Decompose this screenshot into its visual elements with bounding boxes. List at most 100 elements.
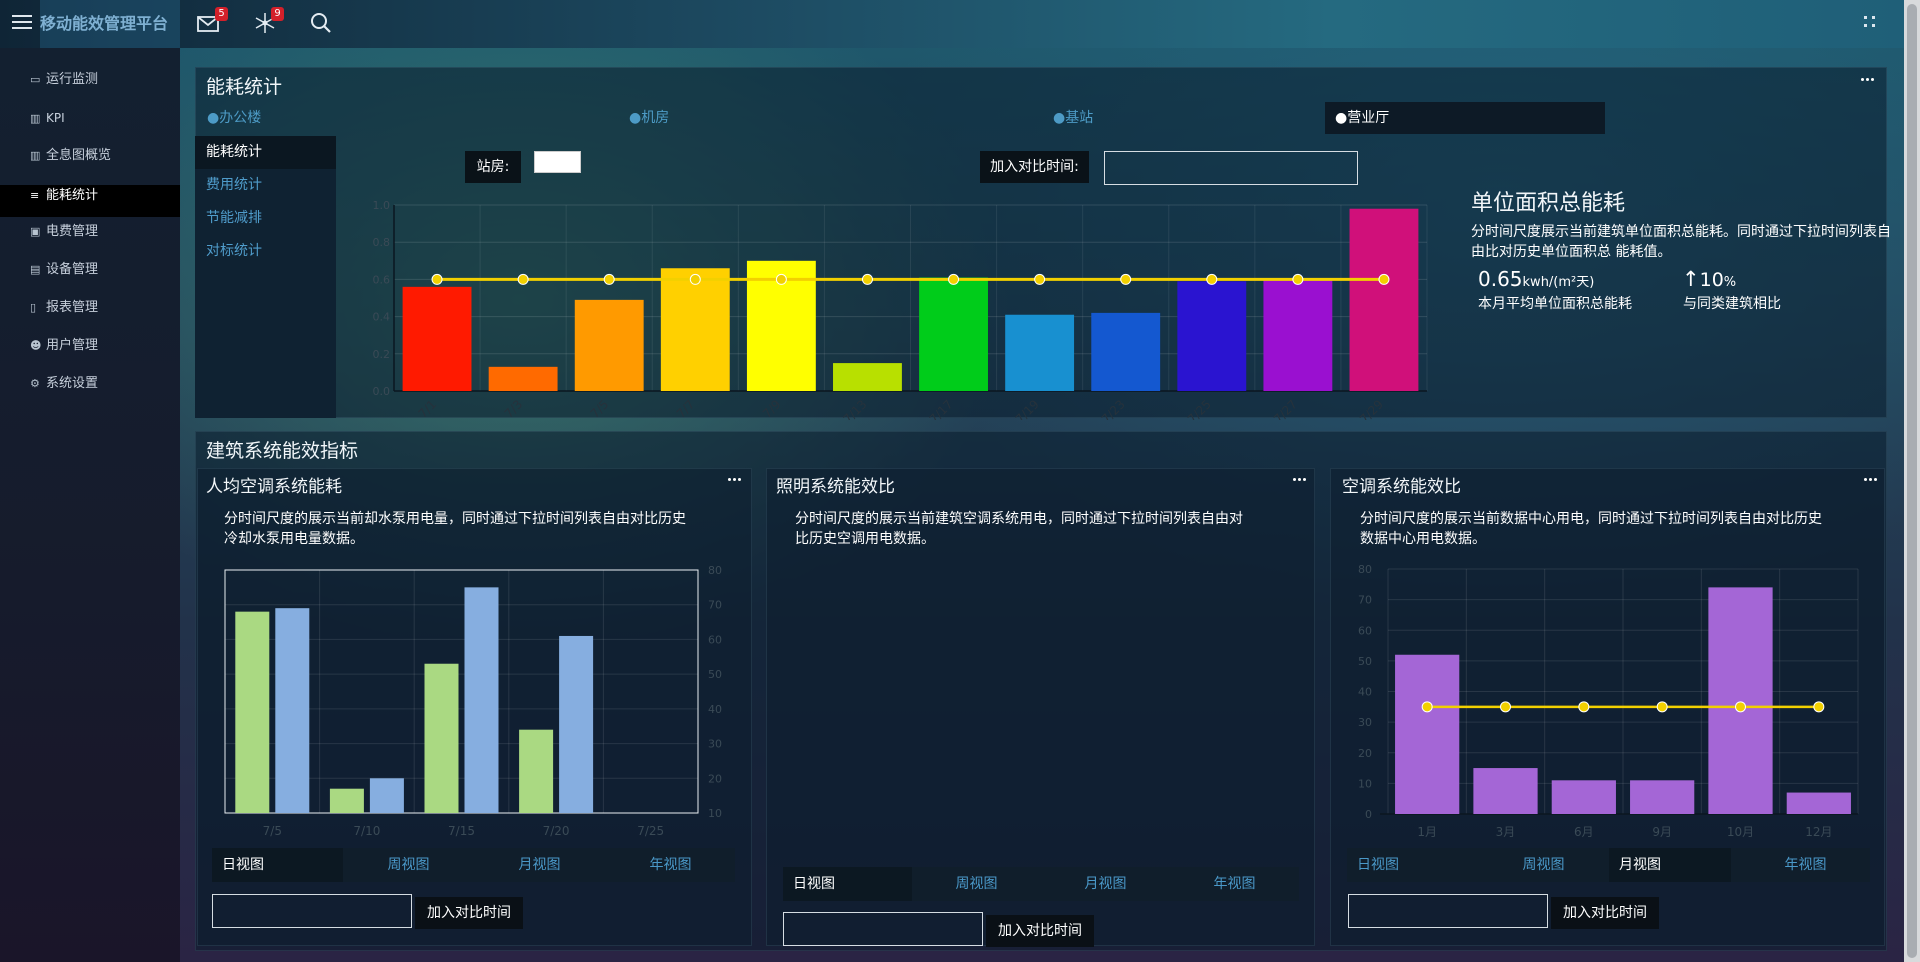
tab-month-view[interactable]: 月视图 bbox=[1041, 867, 1170, 901]
line-point bbox=[775, 273, 787, 285]
y-tick-label: 0 bbox=[1365, 808, 1372, 821]
card-desc-line1: 分时间尺度的展示当前却水泵用电量，同时通过下拉时间列表自由对比历史 bbox=[224, 511, 686, 527]
line-point bbox=[1813, 701, 1825, 713]
station-select[interactable] bbox=[534, 151, 581, 173]
tab-year-view[interactable]: 年视图 bbox=[1740, 848, 1871, 882]
card-desc-line1: 分时间尺度的展示当前数据中心用电，同时通过下拉时间列表自由对比历史 bbox=[1360, 511, 1822, 527]
tab-week-view[interactable]: 周视图 bbox=[343, 848, 474, 882]
compare-date-input[interactable] bbox=[783, 912, 983, 946]
sidebar-item-users[interactable]: ☻ 用户管理 bbox=[0, 331, 180, 361]
y-tick-label: 30 bbox=[1358, 716, 1372, 729]
sidebar-item-energy-stats[interactable]: ≡ 能耗统计 bbox=[0, 185, 180, 217]
scrollbar-thumb[interactable] bbox=[1907, 4, 1917, 958]
tab-day-view[interactable]: 日视图 bbox=[212, 848, 343, 882]
tab-month-view[interactable]: 月视图 bbox=[1609, 848, 1731, 882]
y-tick-label: 60 bbox=[1358, 624, 1372, 637]
users-icon: ☻ bbox=[30, 339, 42, 352]
sidebar-item-label: 能耗统计 bbox=[46, 188, 99, 203]
subnav-energy-stats[interactable]: 能耗统计 bbox=[195, 136, 336, 169]
tab-machine-room[interactable]: ●机房 bbox=[619, 102, 1044, 134]
x-tick-label: 7/25 bbox=[1185, 397, 1214, 420]
bar bbox=[1349, 208, 1419, 391]
bar bbox=[424, 663, 459, 813]
network-button[interactable]: 9 bbox=[252, 7, 284, 38]
sidebar-item-electricity[interactable]: ▣ 电费管理 bbox=[0, 217, 180, 247]
station-label: 站房: bbox=[465, 151, 521, 183]
sidebar-item-label: 全息图概览 bbox=[46, 148, 112, 163]
tab-year-view[interactable]: 年视图 bbox=[605, 848, 736, 882]
bar bbox=[1091, 312, 1161, 391]
sidebar-item-settings[interactable]: ⚙ 系统设置 bbox=[0, 369, 180, 399]
y-tick-label: 10 bbox=[1358, 777, 1372, 790]
sidebar-item-monitoring[interactable]: ▭ 运行监测 bbox=[0, 65, 180, 95]
bar bbox=[235, 611, 270, 813]
sidebar-item-label: 电费管理 bbox=[46, 224, 99, 239]
x-tick-label: 12月 bbox=[1805, 825, 1832, 839]
x-tick-label: 7/13 bbox=[841, 397, 870, 420]
x-tick-label: 7/15 bbox=[448, 824, 475, 838]
sidebar-item-devices[interactable]: ▤ 设备管理 bbox=[0, 255, 180, 285]
energy-panel-title: 能耗统计 bbox=[206, 76, 283, 98]
add-compare-time-button[interactable]: 加入对比时间 bbox=[1551, 897, 1659, 929]
sidebar-item-label: 用户管理 bbox=[46, 338, 99, 353]
tab-business-hall[interactable]: ●营业厅 bbox=[1325, 102, 1605, 134]
compare-time-input[interactable] bbox=[1104, 151, 1358, 185]
card-more-icon[interactable] bbox=[1864, 477, 1880, 483]
y-tick-label: 40 bbox=[708, 703, 722, 716]
tab-day-view[interactable]: 日视图 bbox=[783, 867, 912, 901]
sidebar-item-overview[interactable]: ▥ 全息图概览 bbox=[0, 141, 180, 171]
tab-week-view[interactable]: 周视图 bbox=[1478, 848, 1609, 882]
subnav-cost-stats[interactable]: 费用统计 bbox=[195, 169, 336, 202]
tab-base-station[interactable]: ●基站 bbox=[1043, 102, 1323, 134]
bar-chart-icon: ▥ bbox=[30, 112, 41, 125]
tab-office[interactable]: ●办公楼 bbox=[197, 102, 622, 134]
line-point bbox=[517, 273, 529, 285]
x-tick-label: 7/5 bbox=[263, 824, 282, 838]
card-more-icon[interactable] bbox=[1293, 477, 1309, 483]
y-tick-label: 50 bbox=[708, 668, 722, 681]
y-tick-label: 1.0 bbox=[373, 199, 391, 212]
bar bbox=[919, 277, 988, 391]
subnav-benchmark[interactable]: 对标统计 bbox=[195, 235, 336, 268]
info-value-block: 0.65kwh/(m²天) bbox=[1478, 267, 1594, 291]
sidebar-item-kpi[interactable]: ▥ KPI bbox=[0, 103, 180, 133]
x-tick-label: 10月 bbox=[1727, 825, 1754, 839]
page-scrollbar[interactable] bbox=[1904, 0, 1920, 962]
fullscreen-icon[interactable] bbox=[1864, 16, 1878, 30]
app-title: 移动能效管理平台 bbox=[40, 0, 180, 48]
compare-date-input[interactable] bbox=[1348, 894, 1548, 928]
mail-button[interactable]: 5 bbox=[196, 7, 228, 38]
tab-month-view[interactable]: 月视图 bbox=[474, 848, 605, 882]
tab-day-view[interactable]: 日视图 bbox=[1347, 848, 1478, 882]
line-point bbox=[1500, 701, 1511, 713]
search-button[interactable] bbox=[308, 10, 338, 38]
energy-more-icon[interactable] bbox=[1861, 77, 1877, 83]
card-more-icon[interactable] bbox=[728, 477, 744, 483]
line-point bbox=[1378, 273, 1390, 285]
y-tick-label: 70 bbox=[1358, 594, 1372, 607]
tab-year-view[interactable]: 年视图 bbox=[1170, 867, 1299, 901]
bar bbox=[1177, 281, 1247, 391]
add-compare-time-button[interactable]: 加入对比时间 bbox=[986, 915, 1094, 947]
subnav-energy-saving[interactable]: 节能减排 bbox=[195, 202, 336, 235]
menu-toggle-icon[interactable] bbox=[12, 15, 32, 31]
network-badge: 9 bbox=[271, 7, 284, 21]
x-tick-label: 7/23 bbox=[1099, 397, 1128, 420]
sidebar-item-reports[interactable]: ▯ 报表管理 bbox=[0, 293, 180, 323]
compare-time-label: 加入对比时间: bbox=[980, 151, 1089, 183]
x-tick-label: 3月 bbox=[1496, 825, 1516, 839]
card-title: 空调系统能效比 bbox=[1342, 477, 1461, 497]
info-value-caption: 本月平均单位面积总能耗 bbox=[1478, 296, 1632, 312]
tab-week-view[interactable]: 周视图 bbox=[912, 867, 1041, 901]
ac-efficiency-chart: 0 10 20 30 40 50 60 70 80 1月 3月 6月 9月 10月 12月 bbox=[1358, 563, 1859, 839]
y-tick-label: 80 bbox=[708, 564, 722, 577]
x-tick-label: 7/25 bbox=[637, 824, 664, 838]
arrow-up-icon: ↑ bbox=[1682, 267, 1700, 291]
sidebar-item-label: KPI bbox=[46, 111, 65, 125]
compare-date-input[interactable] bbox=[212, 894, 412, 928]
bar bbox=[1005, 314, 1075, 391]
add-compare-time-button[interactable]: 加入对比时间 bbox=[415, 897, 523, 929]
bar bbox=[464, 587, 499, 813]
gears-icon: ⚙ bbox=[30, 377, 40, 390]
line-point bbox=[431, 273, 443, 285]
